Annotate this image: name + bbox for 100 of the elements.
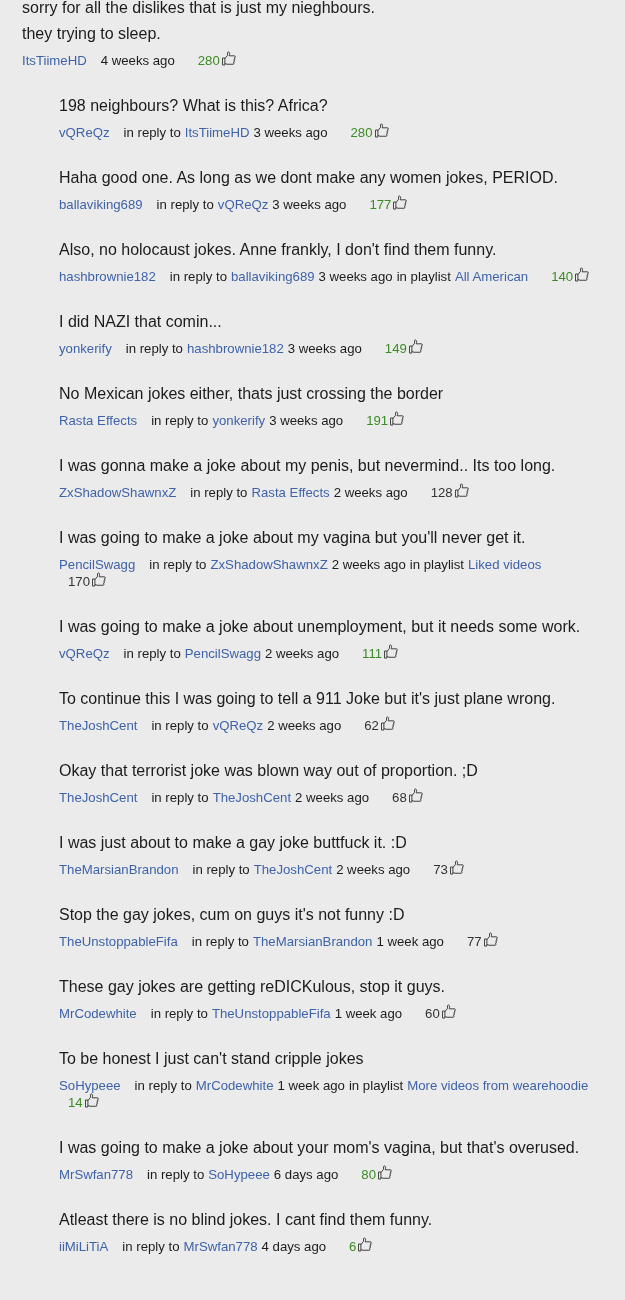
reply-label: in reply to — [156, 196, 214, 213]
reply-to-link[interactable]: vQReQz — [217, 196, 269, 213]
comment-text: To be honest I just can't stand cripple jokes — [59, 1049, 365, 1069]
reply-label: in reply to — [147, 1166, 205, 1183]
thumbs-up-icon — [358, 1237, 373, 1252]
author-link[interactable]: Rasta Effects — [59, 412, 138, 429]
reply-label: in reply to — [169, 268, 227, 285]
author-link[interactable]: PencilSwagg — [59, 556, 136, 573]
reply-to-link[interactable]: TheUnstoppableFifa — [211, 1005, 331, 1022]
author-link[interactable]: ballaviking689 — [59, 196, 143, 213]
comment-text: Also, no holocaust jokes. Anne frankly, I don't find them funny. — [59, 240, 498, 260]
timestamp: 2 weeks ago — [267, 717, 342, 734]
playlist-label: in playlist — [348, 1077, 404, 1094]
comment-text: No Mexican jokes either, thats just crossing the border — [59, 384, 445, 404]
thumbs-up-icon — [378, 1165, 393, 1180]
author-link[interactable]: TheJoshCent — [59, 789, 138, 806]
reply-to-link[interactable]: TheJoshCent — [212, 789, 292, 806]
thumbs-up-icon — [380, 716, 395, 731]
like-count: 280 — [350, 124, 373, 141]
author-link[interactable]: vQReQz — [59, 645, 110, 662]
reply-to-link[interactable]: PencilSwagg — [184, 645, 261, 662]
thumbs-up-icon — [92, 572, 106, 587]
playlist-label: in playlist — [409, 556, 464, 573]
thumbs-up-icon — [483, 932, 498, 947]
playlist-link[interactable]: All American — [454, 268, 529, 285]
reply-to-link[interactable]: ItsTiimeHD — [184, 124, 250, 141]
timestamp: 2 weeks ago — [333, 484, 408, 501]
thumbs-up-icon — [374, 123, 389, 138]
reply-label: in reply to — [151, 412, 209, 429]
like-count: 6 — [349, 1238, 357, 1255]
like-count: 60 — [425, 1005, 440, 1022]
reply-to-link[interactable]: yonkerify — [212, 412, 266, 429]
reply-to-link[interactable]: MrCodewhite — [195, 1077, 274, 1094]
reply-to-link[interactable]: vQReQz — [212, 717, 264, 734]
author-link[interactable]: ZxShadowShawnxZ — [59, 484, 177, 501]
timestamp: 2 weeks ago — [295, 789, 370, 806]
author-link[interactable]: TheUnstoppableFifa — [59, 933, 178, 950]
comment-text: I was going to make a joke about my vagina but you'll never get it. — [59, 528, 527, 548]
like-count: 177 — [369, 196, 392, 213]
author-link[interactable]: MrCodewhite — [59, 1005, 137, 1022]
reply-to-link[interactable]: hashbrownie182 — [186, 340, 284, 357]
author-link[interactable]: hashbrownie182 — [59, 268, 156, 285]
like-count: 62 — [364, 717, 379, 734]
comment-text: Haha good one. As long as we dont make any women jokes, PERIOD. — [59, 168, 559, 188]
thumbs-up-icon — [384, 644, 399, 659]
reply-to-link[interactable]: TheJoshCent — [253, 861, 333, 878]
reply-label: in reply to — [125, 340, 183, 357]
author-link[interactable]: TheJoshCent — [59, 717, 138, 734]
reply-label: in reply to — [191, 933, 249, 950]
playlist-label: in playlist — [396, 268, 451, 285]
like-count: 111 — [362, 645, 383, 662]
reply-label: in reply to — [192, 861, 250, 878]
author-link[interactable]: MrSwfan778 — [59, 1166, 134, 1183]
like-count: 80 — [361, 1166, 377, 1183]
timestamp: 3 weeks ago — [269, 412, 344, 429]
timestamp: 4 weeks ago — [100, 52, 175, 69]
author-link[interactable]: ItsTiimeHD — [22, 52, 87, 69]
like-count: 68 — [392, 789, 407, 806]
reply-to-link[interactable]: ballaviking689 — [231, 268, 315, 285]
like-count: 149 — [384, 340, 407, 357]
timestamp: 2 weeks ago — [265, 645, 340, 662]
author-link[interactable]: SoHypeee — [59, 1077, 121, 1094]
author-link[interactable]: vQReQz — [59, 124, 110, 141]
like-count: 280 — [197, 52, 220, 69]
reply-label: in reply to — [190, 484, 248, 501]
reply-label: in reply to — [123, 645, 181, 662]
comment-text: I was gonna make a joke about my penis, but nevermind.. Its too long. — [59, 456, 557, 476]
reply-to-link[interactable]: TheMarsianBrandon — [252, 933, 373, 950]
timestamp: 3 weeks ago — [287, 340, 362, 357]
reply-to-link[interactable]: MrSwfan778 — [183, 1238, 258, 1255]
playlist-link[interactable]: More videos from wearehoodie — [407, 1077, 589, 1094]
timestamp: 3 weeks ago — [318, 268, 393, 285]
author-link[interactable]: iiMiLiTiA — [59, 1238, 109, 1255]
timestamp: 2 weeks ago — [336, 861, 411, 878]
reply-to-link[interactable]: Rasta Effects — [251, 484, 330, 501]
comment-text: Okay that terrorist joke was blown way out of proportion. ;D — [59, 761, 479, 781]
like-count: 14 — [68, 1094, 83, 1111]
author-link[interactable]: TheMarsianBrandon — [59, 861, 179, 878]
thumbs-up-icon — [408, 788, 423, 803]
timestamp: 3 weeks ago — [253, 124, 328, 141]
like-count: 191 — [366, 412, 389, 429]
author-link[interactable]: yonkerify — [59, 340, 112, 357]
comment-text: I was going to make a joke about unemployment, but it needs some work. — [59, 617, 582, 637]
playlist-link[interactable]: Liked videos — [468, 556, 542, 573]
like-count: 73 — [433, 861, 448, 878]
timestamp: 1 week ago — [376, 933, 444, 950]
reply-to-link[interactable]: SoHypeee — [208, 1166, 270, 1183]
reply-label: in reply to — [123, 124, 181, 141]
reply-label: in reply to — [151, 717, 209, 734]
comment-text: Atleast there is no blind jokes. I cant find them funny. — [59, 1210, 434, 1230]
thumbs-up-icon — [393, 195, 408, 210]
reply-to-link[interactable]: ZxShadowShawnxZ — [210, 556, 328, 573]
comment-text: 198 neighbours? What is this? Africa? — [59, 96, 329, 116]
comment-text: Stop the gay jokes, cum on guys it's not funny :D — [59, 905, 406, 925]
thumbs-up-icon — [221, 51, 236, 66]
timestamp: 4 days ago — [261, 1238, 327, 1255]
like-count: 128 — [430, 484, 453, 501]
reply-label: in reply to — [122, 1238, 180, 1255]
thumbs-up-icon — [441, 1004, 456, 1019]
like-count: 170 — [68, 573, 90, 590]
